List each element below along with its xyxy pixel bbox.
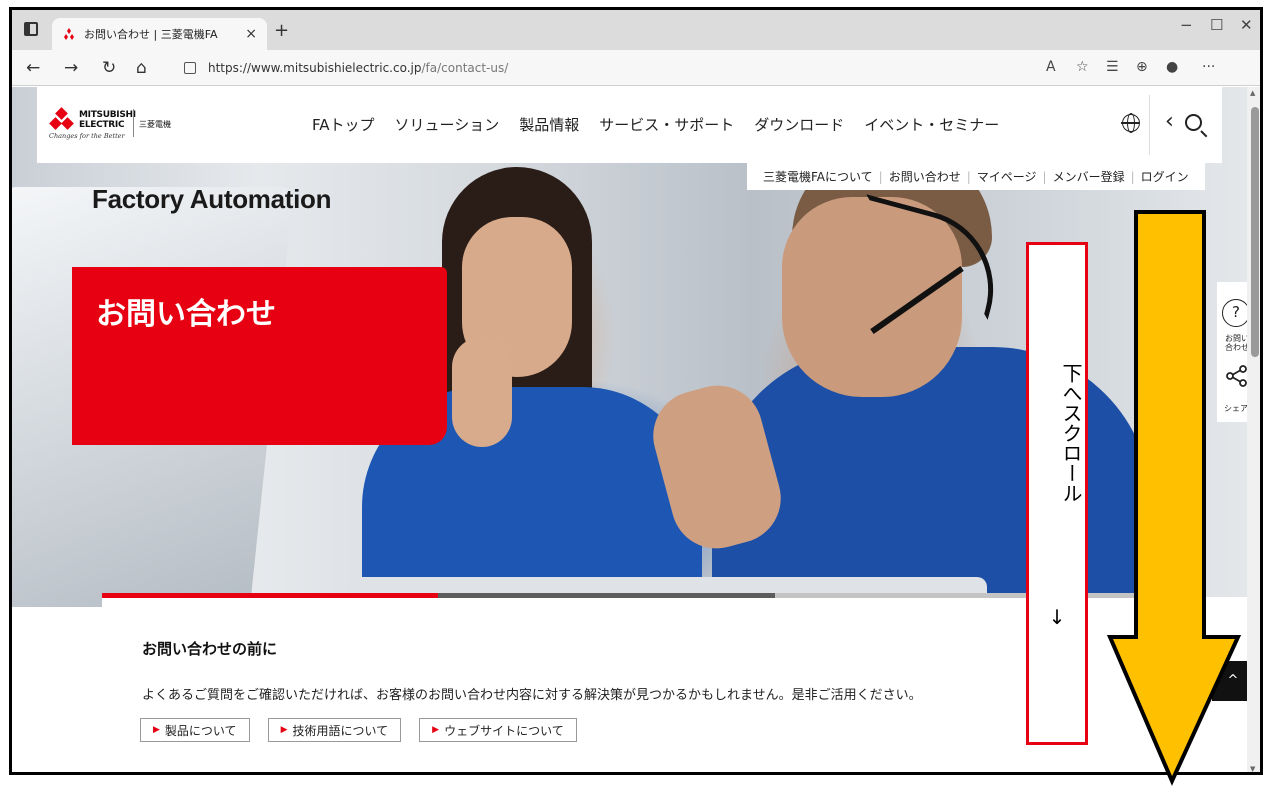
nav-fa-top[interactable]: FAトップ	[312, 114, 375, 135]
logo-tagline: Changes for the Better	[49, 132, 125, 140]
favorite-star-icon[interactable]: ☆	[1076, 59, 1089, 75]
down-arrow-icon: ↓	[1048, 605, 1066, 629]
header-divider	[1149, 95, 1150, 155]
browser-tab-active[interactable]: お問い合わせ | 三菱電機FA ×	[52, 18, 267, 50]
mitsubishi-favicon-icon	[64, 28, 74, 40]
scroll-up-icon[interactable]: ▲	[1250, 89, 1255, 97]
url-path: /fa/contact-us/	[421, 61, 509, 75]
logo-divider	[133, 109, 134, 137]
before-contact-section: お問い合わせの前に よくあるご質問をご確認いただければ、お客様のお問い合わせ内容…	[102, 598, 1122, 772]
globe-icon[interactable]	[1121, 113, 1140, 133]
nav-solutions[interactable]: ソリューション	[395, 114, 500, 135]
favorites-list-icon[interactable]: ☰	[1106, 59, 1119, 75]
back-icon[interactable]: ←	[26, 58, 40, 78]
arrow-right-icon: ▶	[153, 725, 160, 735]
url-field[interactable]: https://www.mitsubishielectric.co.jp/fa/…	[172, 55, 1252, 81]
logo-brand-line2: ELECTRIC	[79, 120, 125, 130]
scroll-instruction-box: 下へスクロール ↓	[1026, 242, 1088, 745]
logo-brand-line1: MITSUBISHI	[79, 110, 136, 120]
arrow-right-icon: ▶	[432, 725, 440, 735]
refresh-icon[interactable]: ↻	[102, 58, 116, 78]
faq-terms-button[interactable]: ▶ 技術用語について	[267, 718, 402, 742]
subnav-login[interactable]: ログイン	[1135, 168, 1195, 185]
arrow-right-icon: ▶	[280, 725, 288, 735]
collections-icon[interactable]: ⊕	[1136, 59, 1148, 75]
section-lead: よくあるご質問をご確認いただければ、お客様のお問い合わせ内容に対する解決策が見つ…	[142, 688, 922, 703]
new-tab-button[interactable]: +	[274, 20, 289, 41]
faq-website-label: ウェブサイトについて	[444, 723, 564, 738]
tab-actions-icon[interactable]	[24, 22, 38, 36]
faq-terms-label: 技術用語について	[292, 723, 389, 738]
faq-website-button[interactable]: ▶ ウェブサイトについて	[419, 718, 577, 742]
utility-nav: 三菱電機FAについて | お問い合わせ | マイページ | メンバー登録 | ログイン	[747, 163, 1205, 190]
tab-title: お問い合わせ | 三菱電機FA	[84, 28, 218, 41]
nav-products[interactable]: 製品情報	[519, 114, 579, 135]
tab-close-icon[interactable]: ×	[245, 26, 257, 42]
scroll-instruction-text: 下へスクロール	[1059, 363, 1083, 503]
large-down-arrow-icon	[1107, 210, 1242, 786]
minimize-button[interactable]: −	[1180, 16, 1193, 34]
subnav-about[interactable]: 三菱電機FAについて	[757, 168, 879, 185]
search-icon[interactable]	[1185, 114, 1202, 131]
hero-woman-hand	[452, 337, 512, 447]
faq-buttons: ▶ 製品について ▶ 技術用語について ▶ ウェブサイトについて	[140, 718, 577, 742]
logo-brand: MITSUBISHI ELECTRIC	[79, 110, 136, 130]
global-nav: FAトップ ソリューション 製品情報 サービス・サポート ダウンロード イベント…	[312, 114, 999, 135]
site-header: MITSUBISHI ELECTRIC Changes for the Bett…	[37, 87, 1222, 163]
profile-avatar-icon[interactable]: ●	[1166, 59, 1178, 75]
nav-service-support[interactable]: サービス・サポート	[599, 114, 734, 135]
close-window-button[interactable]: ✕	[1240, 16, 1253, 34]
home-icon[interactable]: ⌂	[136, 58, 147, 78]
subnav-register[interactable]: メンバー登録	[1047, 168, 1131, 185]
three-diamonds-icon	[49, 107, 75, 133]
nav-download[interactable]: ダウンロード	[754, 114, 844, 135]
browser-address-bar: ← → ↻ ⌂ https://www.mitsubishielectric.c…	[12, 50, 1260, 86]
site-title: Factory Automation	[92, 184, 332, 214]
section-heading: お問い合わせの前に	[142, 640, 278, 658]
page-title: お問い合わせ	[96, 297, 276, 332]
forward-icon[interactable]: →	[64, 58, 78, 78]
page-title-box: お問い合わせ	[72, 267, 447, 445]
lock-icon	[184, 62, 196, 74]
url-host: https://www.mitsubishielectric.co.jp	[208, 61, 422, 75]
nav-events[interactable]: イベント・セミナー	[864, 114, 999, 135]
faq-products-button[interactable]: ▶ 製品について	[140, 718, 250, 742]
read-aloud-icon[interactable]: A	[1046, 59, 1056, 75]
mitsubishi-logo[interactable]: MITSUBISHI ELECTRIC Changes for the Bett…	[49, 107, 199, 143]
browser-tab-bar: お問い合わせ | 三菱電機FA × + − ☐ ✕	[12, 10, 1260, 50]
chevron-left-icon[interactable]: ‹	[1165, 109, 1174, 134]
subnav-mypage[interactable]: マイページ	[971, 168, 1043, 185]
maximize-button[interactable]: ☐	[1210, 16, 1223, 34]
faq-products-label: 製品について	[164, 723, 237, 738]
subnav-contact[interactable]: お問い合わせ	[883, 168, 967, 185]
more-menu-icon[interactable]: ···	[1202, 59, 1215, 75]
logo-jp: 三菱電機	[139, 120, 171, 129]
